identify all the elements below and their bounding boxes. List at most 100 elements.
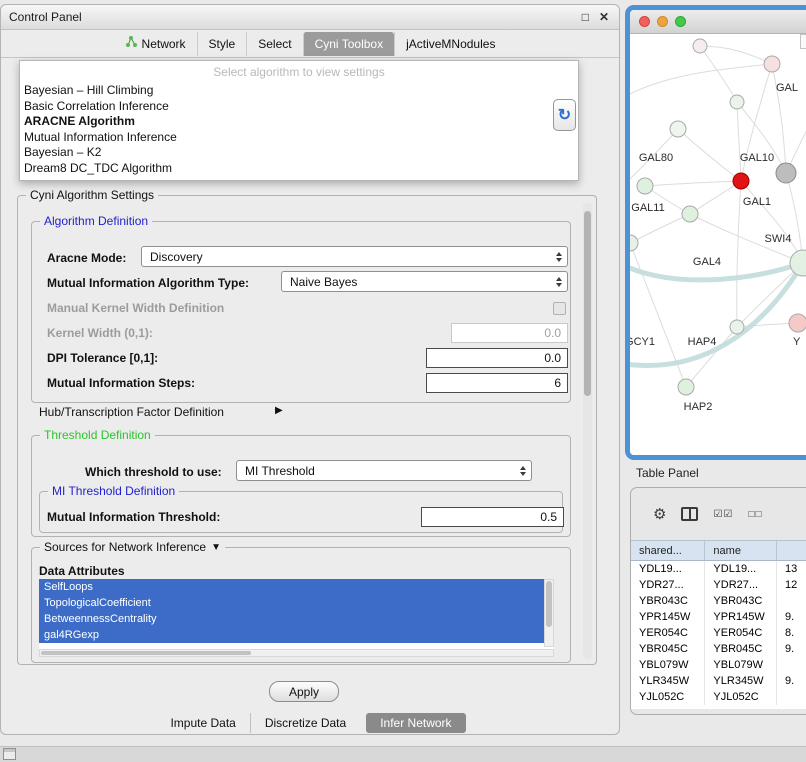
network-canvas[interactable]: GAL80 GAL10 GAL11 GAL1 SWI4 GAL4 GCY1 HA… (630, 34, 806, 455)
collapse-down-icon[interactable]: ▼ (211, 542, 221, 553)
table-row[interactable]: YPR145W YPR145W 9. (631, 609, 806, 625)
deselect-all-icon[interactable]: □□ (748, 509, 762, 520)
network-node[interactable] (730, 95, 744, 109)
network-node[interactable] (630, 235, 638, 251)
table-cell[interactable]: YPR145W (631, 609, 705, 625)
attributes-vertical-scrollbar[interactable] (544, 579, 554, 647)
tab-network[interactable]: Network (114, 32, 197, 56)
network-node[interactable] (790, 250, 806, 276)
network-edges[interactable] (630, 46, 806, 387)
which-threshold-combobox[interactable]: MI Threshold (236, 460, 532, 481)
dropdown-item[interactable]: Basic Correlation Inference (20, 99, 578, 115)
table-cell[interactable] (777, 689, 806, 705)
table-cell[interactable]: YDR27... (705, 577, 777, 593)
table-cell[interactable]: YDL19... (631, 561, 705, 577)
tab-discretize-data[interactable]: Discretize Data (250, 713, 360, 733)
minimize-traffic-light[interactable] (657, 16, 668, 27)
attributes-horizontal-scrollbar[interactable] (39, 649, 554, 657)
table-row[interactable]: YBR043C YBR043C (631, 593, 806, 609)
network-node[interactable] (764, 56, 780, 72)
attribute-item-selected[interactable]: SelfLoops (39, 579, 544, 595)
tab-impute-data[interactable]: Impute Data (156, 713, 249, 733)
network-node-red[interactable] (733, 173, 749, 189)
table-cell[interactable]: 13 (777, 561, 806, 577)
dropdown-item[interactable]: Bayesian – Hill Climbing (20, 83, 578, 99)
table-cell[interactable]: YDL19... (705, 561, 777, 577)
network-scroll-corner[interactable] (800, 34, 806, 49)
restore-panel-icon[interactable] (3, 748, 16, 760)
column-selector-icon[interactable] (681, 507, 698, 521)
network-node[interactable] (789, 314, 806, 332)
attribute-item-selected[interactable]: TopologicalCoefficient (39, 595, 544, 611)
dropdown-item[interactable]: Bayesian – K2 (20, 145, 578, 161)
network-node[interactable] (776, 163, 796, 183)
zoom-traffic-light[interactable] (675, 16, 686, 27)
settings-scrollbar-thumb[interactable] (584, 211, 591, 396)
table-cell[interactable]: YJL052C (705, 689, 777, 705)
attribute-item-selected[interactable]: gal4RGexp (39, 627, 544, 643)
table-cell[interactable]: 12 (777, 577, 806, 593)
close-traffic-light[interactable] (639, 16, 650, 27)
apply-button[interactable]: Apply (269, 681, 339, 702)
attribute-item-selected[interactable]: BetweennessCentrality (39, 611, 544, 627)
manual-kernel-checkbox[interactable] (553, 302, 566, 315)
data-attributes-list[interactable]: SelfLoops TopologicalCoefficient Between… (39, 579, 554, 657)
close-window-icon[interactable]: ✕ (599, 5, 609, 30)
network-node[interactable] (637, 178, 653, 194)
table-row[interactable]: YBR045C YBR045C 9. (631, 641, 806, 657)
column-header[interactable]: name (705, 541, 777, 560)
table-cell[interactable]: YJL052C (631, 689, 705, 705)
mi-threshold-input[interactable] (421, 507, 564, 527)
network-node[interactable] (670, 121, 686, 137)
tab-jactivemnodules[interactable]: jActiveMNodules (394, 32, 506, 56)
expand-right-icon[interactable]: ▶ (275, 405, 283, 416)
table-row[interactable]: YDR27... YDR27... 12 (631, 577, 806, 593)
dropdown-item[interactable]: Mutual Information Inference (20, 130, 578, 146)
table-row[interactable]: YJL052C YJL052C (631, 689, 806, 705)
table-cell[interactable]: YLR345W (705, 673, 777, 689)
table-cell[interactable]: YER054C (631, 625, 705, 641)
table-cell[interactable]: YBR045C (705, 641, 777, 657)
tab-style[interactable]: Style (197, 32, 247, 56)
table-cell[interactable] (777, 657, 806, 673)
table-cell[interactable]: YBR045C (631, 641, 705, 657)
attributes-vscroll-thumb[interactable] (546, 581, 552, 627)
table-cell[interactable]: YER054C (705, 625, 777, 641)
column-header[interactable]: shared... (631, 541, 705, 560)
network-edges-thick[interactable] (630, 263, 803, 366)
table-cell[interactable]: YBL079W (631, 657, 705, 673)
settings-scrollbar[interactable] (583, 203, 592, 659)
mi-type-combobox[interactable]: Naive Bayes (281, 271, 568, 292)
sources-group-title[interactable]: Sources for Network Inference (44, 540, 206, 554)
dropdown-item-selected[interactable]: ARACNE Algorithm (20, 114, 578, 130)
table-cell[interactable]: 8. (777, 625, 806, 641)
table-cell[interactable]: YPR145W (705, 609, 777, 625)
table-row[interactable]: YLR345W YLR345W 9. (631, 673, 806, 689)
table-cell[interactable]: YBR043C (631, 593, 705, 609)
mi-steps-input[interactable] (426, 373, 568, 393)
tab-select[interactable]: Select (246, 32, 302, 56)
table-cell[interactable] (777, 593, 806, 609)
dropdown-item[interactable]: Dream8 DC_TDC Algorithm (20, 161, 578, 177)
table-cell[interactable]: YBL079W (705, 657, 777, 673)
network-node[interactable] (730, 320, 744, 334)
select-all-icon[interactable]: ☑☑ (713, 509, 733, 520)
network-window-titlebar[interactable] (630, 10, 806, 34)
network-node[interactable] (682, 206, 698, 222)
table-row[interactable]: YER054C YER054C 8. (631, 625, 806, 641)
hub-definition-label[interactable]: Hub/Transcription Factor Definition (39, 405, 224, 419)
table-cell[interactable]: YBR043C (705, 593, 777, 609)
float-window-icon[interactable]: □ (582, 5, 589, 30)
kernel-width-input[interactable] (451, 323, 568, 343)
network-node[interactable] (678, 379, 694, 395)
tab-infer-network[interactable]: Infer Network (366, 713, 465, 733)
tab-cyni-toolbox[interactable]: Cyni Toolbox (303, 32, 394, 56)
attributes-hscroll-thumb[interactable] (41, 651, 251, 655)
control-panel-titlebar[interactable]: Control Panel □ ✕ (1, 5, 619, 30)
table-cell[interactable]: 9. (777, 609, 806, 625)
table-row[interactable]: YDL19... YDL19... 13 (631, 561, 806, 577)
network-node[interactable] (693, 39, 707, 53)
refresh-algorithms-button[interactable]: ↻ (553, 99, 576, 131)
table-cell[interactable]: YDR27... (631, 577, 705, 593)
column-header[interactable] (777, 541, 806, 560)
